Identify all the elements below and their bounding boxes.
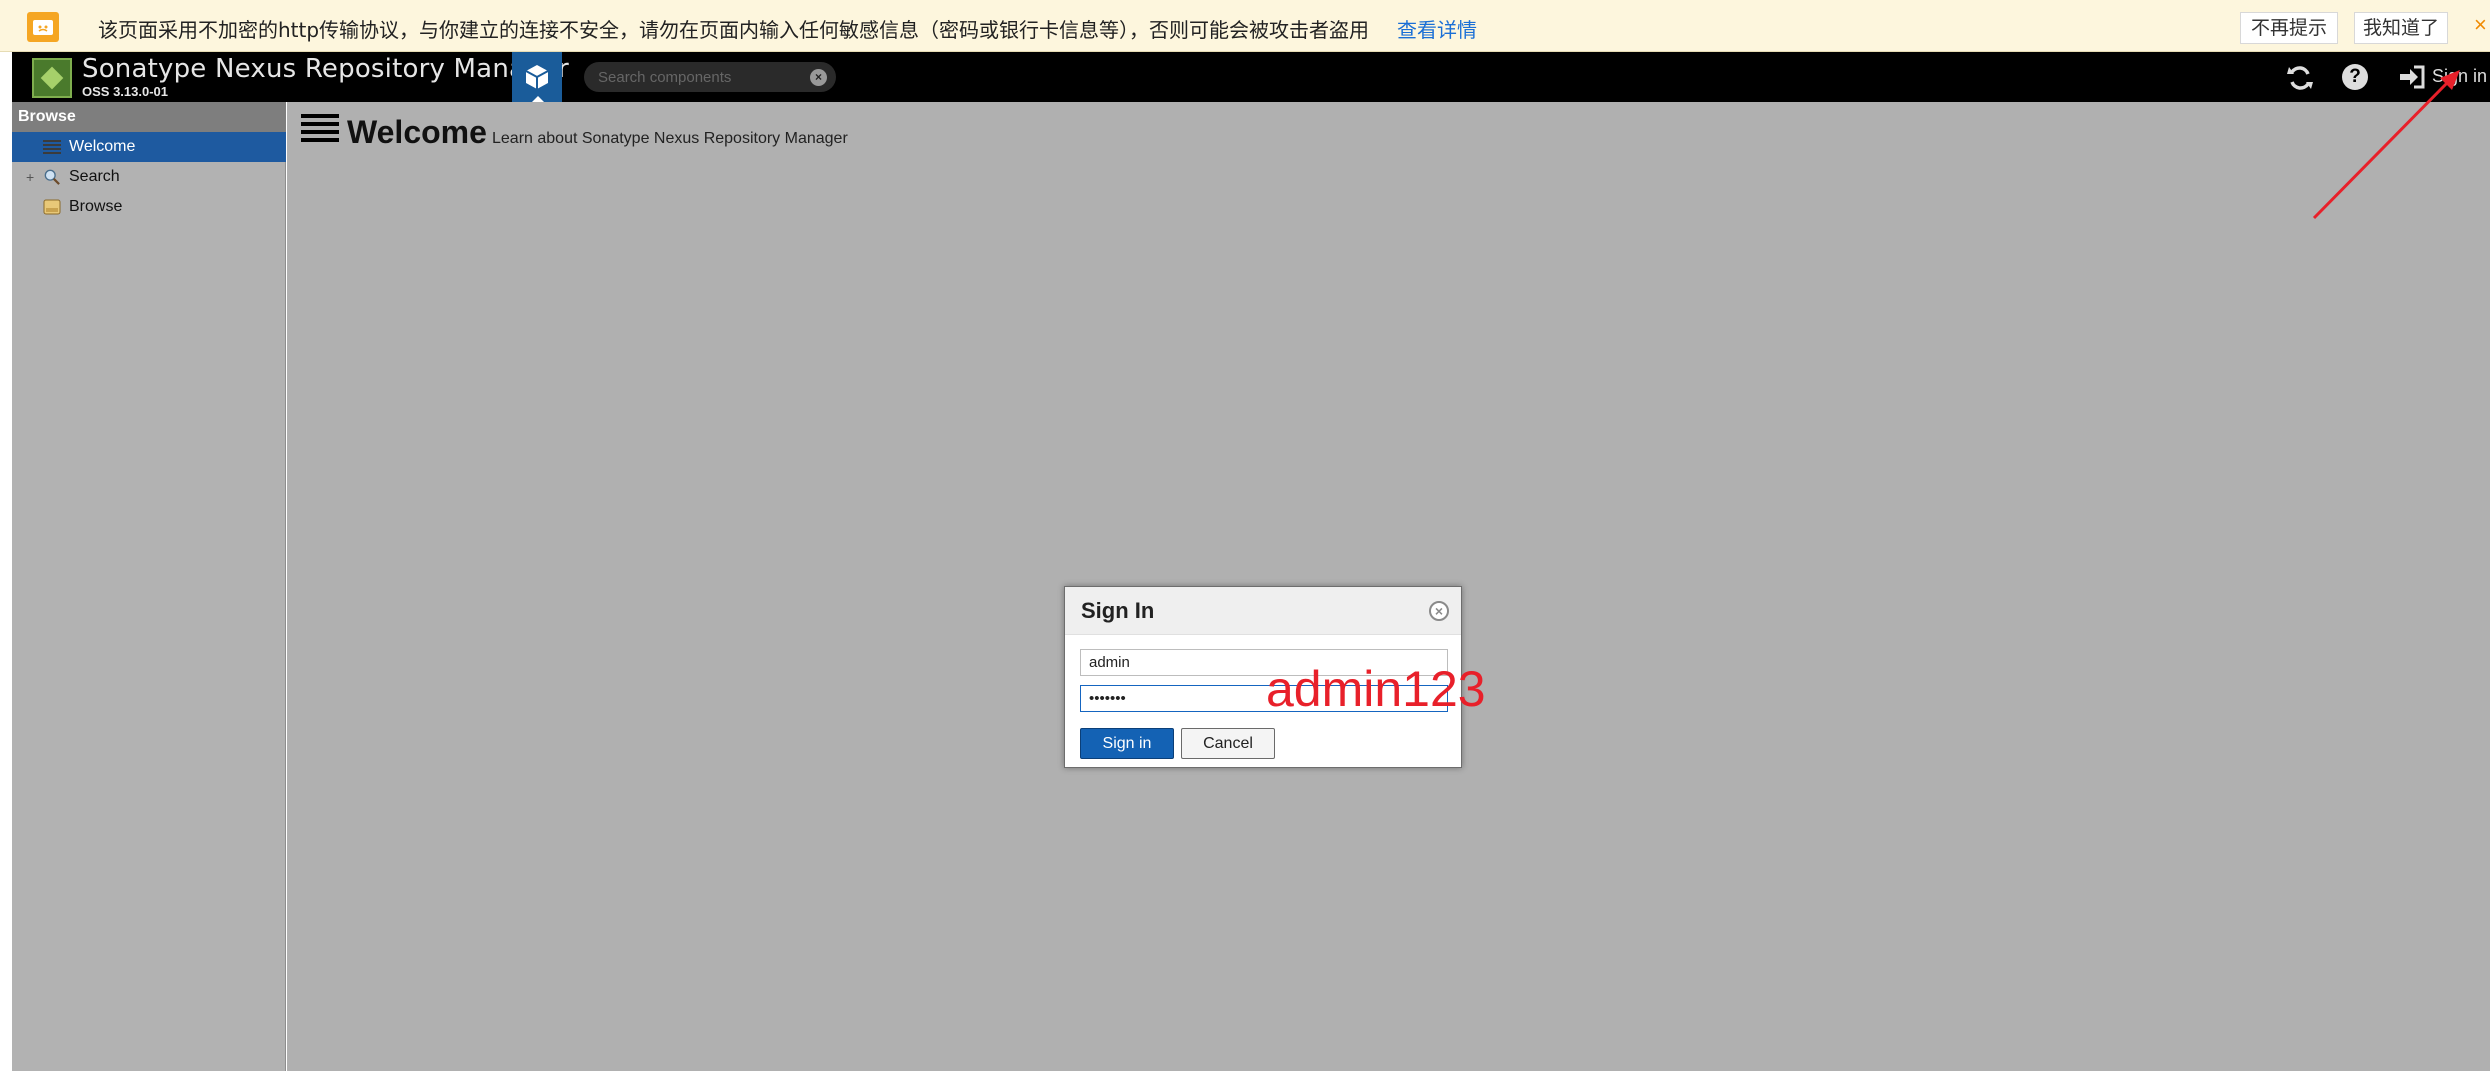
warning-icon [27, 12, 59, 42]
search-clear-icon[interactable]: × [810, 69, 827, 86]
sidebar-item-label: Welcome [69, 138, 136, 155]
warning-close-icon[interactable]: × [2474, 12, 2487, 38]
page-subtitle: Learn about Sonatype Nexus Repository Ma… [492, 130, 848, 147]
search-box: × [584, 62, 836, 92]
sidebar-item-label: Search [69, 168, 120, 185]
got-it-button[interactable]: 我知道了 [2354, 12, 2448, 44]
sidebar-title: Browse [12, 102, 286, 132]
browse-mode-button[interactable] [512, 52, 562, 102]
sidebar-item-search[interactable]: + Search [12, 162, 286, 192]
app-version: OSS 3.13.0-01 [82, 84, 168, 99]
nexus-logo [32, 58, 72, 98]
view-details-link[interactable]: 查看详情 [1397, 14, 1477, 43]
dialog-title: Sign In [1081, 598, 1155, 623]
nexus-app: Sonatype Nexus Repository Manager OSS 3.… [12, 52, 2490, 1071]
search-input[interactable] [598, 66, 798, 88]
app-header: Sonatype Nexus Repository Manager OSS 3.… [12, 52, 2490, 102]
sidebar-item-browse[interactable]: Browse [12, 192, 286, 222]
welcome-page-icon [301, 114, 339, 150]
annotation-arrow-icon [2312, 70, 2460, 220]
sidebar-item-welcome[interactable]: Welcome [12, 132, 286, 162]
page-title: Welcome [347, 114, 487, 150]
expand-icon[interactable]: + [26, 162, 34, 192]
password-annotation: admin123 [1266, 661, 1486, 717]
app-title: Sonatype Nexus Repository Manager [82, 54, 569, 84]
sign-in-button[interactable]: Sign in [1080, 728, 1174, 759]
warning-message: 该页面采用不加密的http传输协议，与你建立的连接不安全，请勿在页面内输入任何敏… [98, 18, 1370, 42]
cancel-button[interactable]: Cancel [1181, 728, 1275, 759]
browser-security-warning-bar: 该页面采用不加密的http传输协议，与你建立的连接不安全，请勿在页面内输入任何敏… [0, 0, 2490, 52]
dont-remind-button[interactable]: 不再提示 [2240, 12, 2338, 44]
database-icon [43, 199, 61, 215]
dialog-header: Sign In × [1065, 587, 1461, 635]
magnifier-icon [44, 169, 60, 185]
sidebar-item-label: Browse [69, 198, 123, 215]
sidebar: Browse Welcome + Search Browse [12, 102, 286, 1071]
list-icon [43, 140, 61, 154]
dialog-close-icon[interactable]: × [1429, 601, 1449, 621]
cube-icon [525, 65, 549, 89]
